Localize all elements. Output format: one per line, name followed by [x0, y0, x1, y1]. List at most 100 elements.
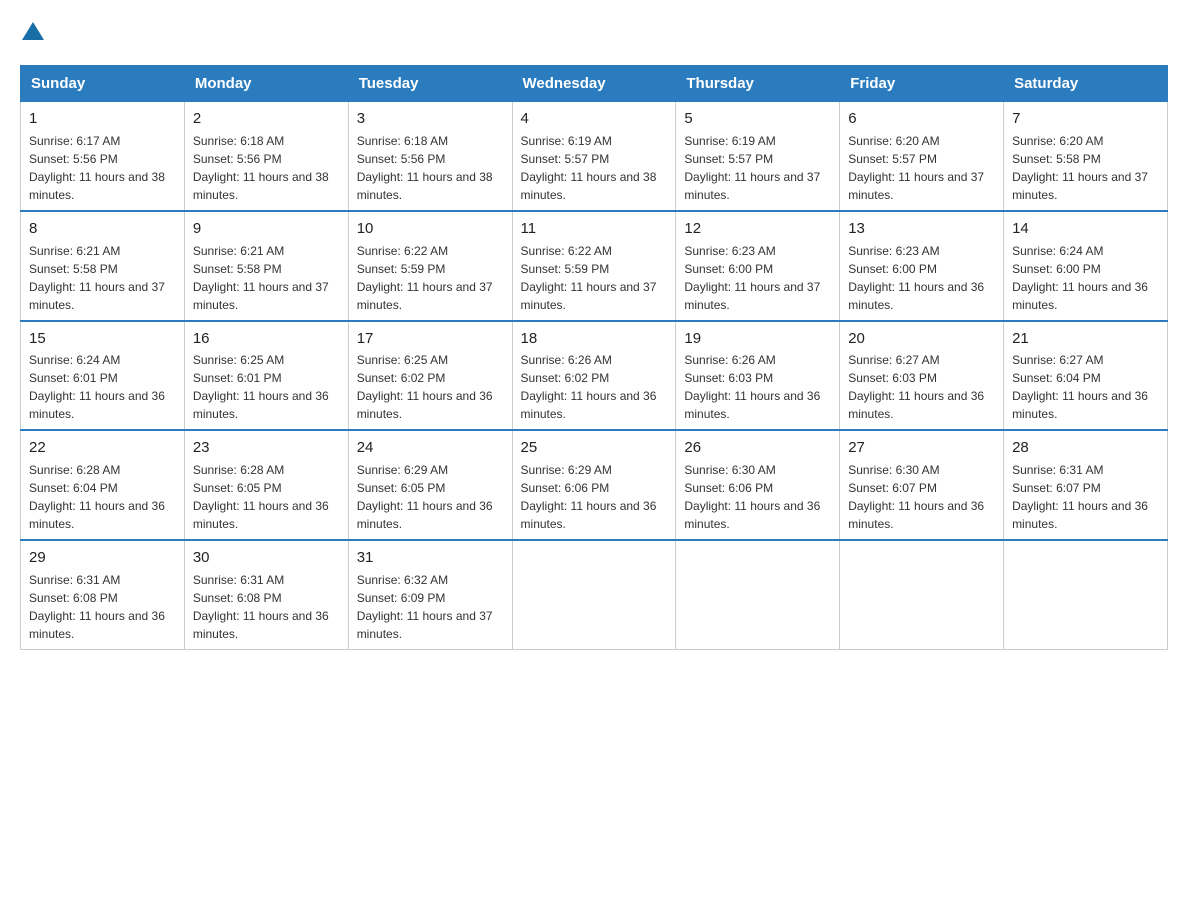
- calendar-cell: [840, 540, 1004, 649]
- calendar-cell: 27Sunrise: 6:30 AMSunset: 6:07 PMDayligh…: [840, 430, 1004, 540]
- calendar-cell: 10Sunrise: 6:22 AMSunset: 5:59 PMDayligh…: [348, 211, 512, 321]
- calendar-cell: 24Sunrise: 6:29 AMSunset: 6:05 PMDayligh…: [348, 430, 512, 540]
- day-number: 16: [193, 328, 340, 350]
- header-wednesday: Wednesday: [512, 66, 676, 101]
- day-info: Sunrise: 6:18 AMSunset: 5:56 PMDaylight:…: [193, 132, 340, 204]
- day-info: Sunrise: 6:20 AMSunset: 5:57 PMDaylight:…: [848, 132, 995, 204]
- calendar-cell: 20Sunrise: 6:27 AMSunset: 6:03 PMDayligh…: [840, 321, 1004, 431]
- day-number: 17: [357, 328, 504, 350]
- day-info: Sunrise: 6:29 AMSunset: 6:06 PMDaylight:…: [521, 461, 668, 533]
- day-info: Sunrise: 6:18 AMSunset: 5:56 PMDaylight:…: [357, 132, 504, 204]
- header-tuesday: Tuesday: [348, 66, 512, 101]
- calendar-cell: 31Sunrise: 6:32 AMSunset: 6:09 PMDayligh…: [348, 540, 512, 649]
- day-info: Sunrise: 6:31 AMSunset: 6:07 PMDaylight:…: [1012, 461, 1159, 533]
- calendar-week-row: 22Sunrise: 6:28 AMSunset: 6:04 PMDayligh…: [21, 430, 1168, 540]
- day-info: Sunrise: 6:25 AMSunset: 6:01 PMDaylight:…: [193, 351, 340, 423]
- calendar-cell: [676, 540, 840, 649]
- logo-triangle-icon: [22, 22, 44, 40]
- day-number: 14: [1012, 218, 1159, 240]
- calendar-cell: 7Sunrise: 6:20 AMSunset: 5:58 PMDaylight…: [1004, 101, 1168, 211]
- calendar-cell: 18Sunrise: 6:26 AMSunset: 6:02 PMDayligh…: [512, 321, 676, 431]
- day-info: Sunrise: 6:28 AMSunset: 6:05 PMDaylight:…: [193, 461, 340, 533]
- day-info: Sunrise: 6:23 AMSunset: 6:00 PMDaylight:…: [848, 242, 995, 314]
- day-info: Sunrise: 6:29 AMSunset: 6:05 PMDaylight:…: [357, 461, 504, 533]
- calendar-cell: 28Sunrise: 6:31 AMSunset: 6:07 PMDayligh…: [1004, 430, 1168, 540]
- calendar-cell: 4Sunrise: 6:19 AMSunset: 5:57 PMDaylight…: [512, 101, 676, 211]
- calendar-cell: 8Sunrise: 6:21 AMSunset: 5:58 PMDaylight…: [21, 211, 185, 321]
- day-number: 28: [1012, 437, 1159, 459]
- calendar-cell: 2Sunrise: 6:18 AMSunset: 5:56 PMDaylight…: [184, 101, 348, 211]
- day-number: 7: [1012, 108, 1159, 130]
- day-info: Sunrise: 6:19 AMSunset: 5:57 PMDaylight:…: [684, 132, 831, 204]
- day-info: Sunrise: 6:30 AMSunset: 6:07 PMDaylight:…: [848, 461, 995, 533]
- day-number: 8: [29, 218, 176, 240]
- header-thursday: Thursday: [676, 66, 840, 101]
- calendar-cell: 22Sunrise: 6:28 AMSunset: 6:04 PMDayligh…: [21, 430, 185, 540]
- day-number: 24: [357, 437, 504, 459]
- day-info: Sunrise: 6:27 AMSunset: 6:04 PMDaylight:…: [1012, 351, 1159, 423]
- calendar-week-row: 15Sunrise: 6:24 AMSunset: 6:01 PMDayligh…: [21, 321, 1168, 431]
- header-friday: Friday: [840, 66, 1004, 101]
- day-number: 26: [684, 437, 831, 459]
- day-info: Sunrise: 6:24 AMSunset: 6:01 PMDaylight:…: [29, 351, 176, 423]
- calendar-cell: [512, 540, 676, 649]
- calendar-cell: 23Sunrise: 6:28 AMSunset: 6:05 PMDayligh…: [184, 430, 348, 540]
- day-info: Sunrise: 6:22 AMSunset: 5:59 PMDaylight:…: [357, 242, 504, 314]
- day-number: 5: [684, 108, 831, 130]
- calendar-cell: 11Sunrise: 6:22 AMSunset: 5:59 PMDayligh…: [512, 211, 676, 321]
- day-info: Sunrise: 6:20 AMSunset: 5:58 PMDaylight:…: [1012, 132, 1159, 204]
- day-number: 10: [357, 218, 504, 240]
- day-number: 13: [848, 218, 995, 240]
- calendar-header-row: SundayMondayTuesdayWednesdayThursdayFrid…: [21, 66, 1168, 101]
- day-number: 12: [684, 218, 831, 240]
- logo: [20, 20, 44, 45]
- day-info: Sunrise: 6:26 AMSunset: 6:03 PMDaylight:…: [684, 351, 831, 423]
- page-header: [20, 20, 1168, 45]
- calendar-cell: [1004, 540, 1168, 649]
- day-number: 31: [357, 547, 504, 569]
- calendar-cell: 14Sunrise: 6:24 AMSunset: 6:00 PMDayligh…: [1004, 211, 1168, 321]
- day-number: 25: [521, 437, 668, 459]
- day-number: 21: [1012, 328, 1159, 350]
- day-number: 15: [29, 328, 176, 350]
- day-info: Sunrise: 6:26 AMSunset: 6:02 PMDaylight:…: [521, 351, 668, 423]
- day-number: 3: [357, 108, 504, 130]
- day-number: 23: [193, 437, 340, 459]
- calendar-cell: 6Sunrise: 6:20 AMSunset: 5:57 PMDaylight…: [840, 101, 1004, 211]
- header-monday: Monday: [184, 66, 348, 101]
- day-number: 19: [684, 328, 831, 350]
- calendar-cell: 9Sunrise: 6:21 AMSunset: 5:58 PMDaylight…: [184, 211, 348, 321]
- calendar-cell: 13Sunrise: 6:23 AMSunset: 6:00 PMDayligh…: [840, 211, 1004, 321]
- day-number: 22: [29, 437, 176, 459]
- day-info: Sunrise: 6:19 AMSunset: 5:57 PMDaylight:…: [521, 132, 668, 204]
- day-info: Sunrise: 6:23 AMSunset: 6:00 PMDaylight:…: [684, 242, 831, 314]
- day-number: 29: [29, 547, 176, 569]
- day-info: Sunrise: 6:21 AMSunset: 5:58 PMDaylight:…: [29, 242, 176, 314]
- day-number: 18: [521, 328, 668, 350]
- header-saturday: Saturday: [1004, 66, 1168, 101]
- day-number: 9: [193, 218, 340, 240]
- calendar-cell: 25Sunrise: 6:29 AMSunset: 6:06 PMDayligh…: [512, 430, 676, 540]
- calendar-cell: 5Sunrise: 6:19 AMSunset: 5:57 PMDaylight…: [676, 101, 840, 211]
- day-number: 4: [521, 108, 668, 130]
- day-info: Sunrise: 6:27 AMSunset: 6:03 PMDaylight:…: [848, 351, 995, 423]
- day-number: 30: [193, 547, 340, 569]
- calendar-week-row: 29 Sunrise: 6:31 AMSunset: 6:08 PMDayligh…: [21, 540, 1168, 649]
- day-info: Sunrise: 6:17 AMSunset: 5:56 PMDaylight:…: [29, 132, 176, 204]
- day-number: 6: [848, 108, 995, 130]
- day-info: Sunrise: 6:22 AMSunset: 5:59 PMDaylight:…: [521, 242, 668, 314]
- calendar-cell: 1Sunrise: 6:17 AMSunset: 5:56 PMDaylight…: [21, 101, 185, 211]
- day-number: 2: [193, 108, 340, 130]
- calendar-cell: 21Sunrise: 6:27 AMSunset: 6:04 PMDayligh…: [1004, 321, 1168, 431]
- calendar-table: SundayMondayTuesdayWednesdayThursdayFrid…: [20, 65, 1168, 650]
- day-info: Sunrise: 6:28 AMSunset: 6:04 PMDaylight:…: [29, 461, 176, 533]
- day-info: Sunrise: 6:30 AMSunset: 6:06 PMDaylight:…: [684, 461, 831, 533]
- calendar-cell: 17Sunrise: 6:25 AMSunset: 6:02 PMDayligh…: [348, 321, 512, 431]
- header-sunday: Sunday: [21, 66, 185, 101]
- calendar-cell: 29Sunrise: 6:31 AMSunset: 6:08 PMDayligh…: [21, 540, 185, 649]
- calendar-cell: 12Sunrise: 6:23 AMSunset: 6:00 PMDayligh…: [676, 211, 840, 321]
- calendar-cell: 3Sunrise: 6:18 AMSunset: 5:56 PMDaylight…: [348, 101, 512, 211]
- day-info: Sunrise: 6:31 AMSunset: 6:08 PMDaylight:…: [193, 571, 340, 643]
- calendar-cell: 30Sunrise: 6:31 AMSunset: 6:08 PMDayligh…: [184, 540, 348, 649]
- day-info: Sunrise: 6:25 AMSunset: 6:02 PMDaylight:…: [357, 351, 504, 423]
